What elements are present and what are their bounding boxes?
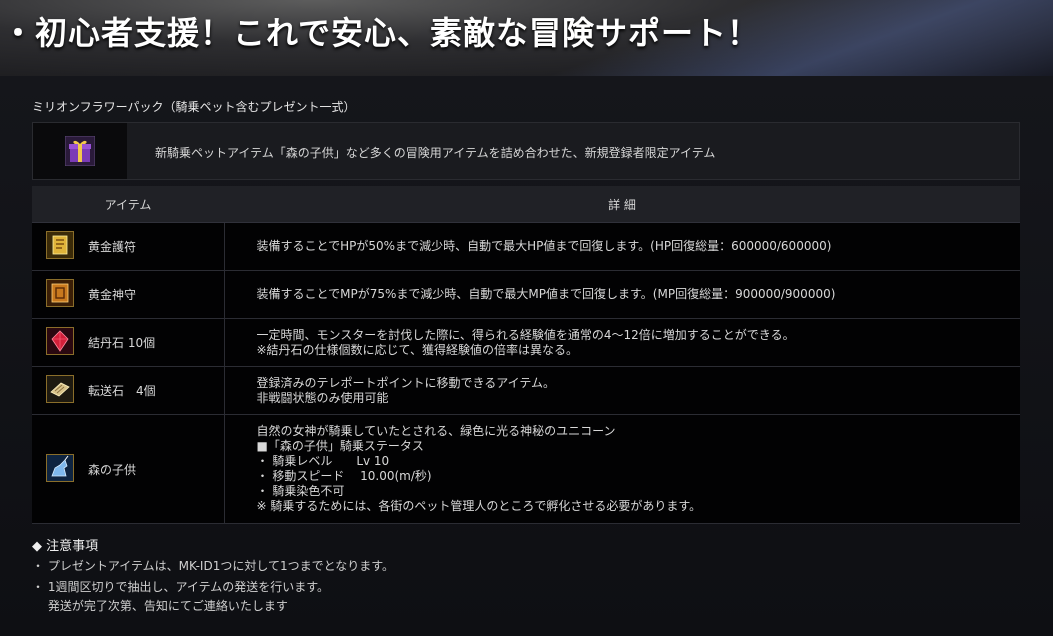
table-row: 黄金護符 装備することでHPが50%まで減少時、自動で最大HP値まで回復します。… — [32, 222, 1020, 271]
pack-icon-cell — [33, 123, 127, 179]
unicorn-icon — [46, 453, 74, 482]
item-detail-line: ・ 騎乗レベル Lv 10 — [256, 454, 390, 468]
note-item: ・ 1週間区切りで抽出し、アイテムの発送を行います。 — [32, 580, 330, 594]
item-detail-line: ■「森の子供」騎乗ステータス — [256, 439, 424, 453]
item-table: アイテム 詳 細 黄金護符 装備することでHPが50%まで減少時、自動で最大HP… — [32, 186, 1020, 524]
scroll-icon — [46, 375, 74, 403]
column-header-item: アイテム — [32, 186, 224, 223]
item-detail-line: 装備することでMPが75%まで減少時、自動で最大MP値まで回復します。(MP回復… — [256, 287, 836, 301]
item-detail-line: ※ 騎乗するためには、各街のペット管理人のところで孵化させる必要があります。 — [256, 499, 702, 513]
pack-title: ミリオンフラワーパック（騎乗ペット含むプレゼント一式） — [32, 100, 356, 114]
item-detail-line: 一定時間、モンスターを討伐した際に、得られる経験値を通常の4～12倍に増加するこ… — [256, 327, 795, 342]
table-row: 転送石 4個 登録済みのテレポートポイントに移動できるアイテム。 非戦闘状態のみ… — [32, 366, 1020, 415]
item-detail-line: ・ 移動スピード 10.00(m/秒) — [256, 469, 432, 483]
item-name: 森の子供 — [88, 414, 225, 524]
column-header-detail: 詳 細 — [224, 186, 1020, 223]
pack-intro-text: 新騎乗ペットアイテム「森の子供」など多くの冒険用アイテムを詰め合わせた、新規登録… — [155, 146, 716, 160]
item-name: 黄金神守 — [88, 270, 225, 319]
note-item: 発送が完了次第、告知にてご連絡いたします — [32, 599, 288, 613]
item-detail-line: 非戦闘状態のみ使用可能 — [256, 390, 389, 405]
item-detail-line: ※結丹石の仕様個数に応じて、獲得経験値の倍率は異なる。 — [256, 342, 578, 357]
red-crystal-icon — [46, 327, 74, 355]
item-detail-line: 装備することでHPが50%まで減少時、自動で最大HP値まで回復します。(HP回復… — [256, 239, 832, 253]
item-detail-line: 自然の女神が騎乗していたとされる、緑色に光る神秘のユニコーン — [256, 424, 616, 438]
banner-title: ・初心者支援！これで安心、素敵な冒険サポート！ — [2, 14, 761, 52]
item-name: 黄金護符 — [88, 222, 225, 271]
notes-heading: ◆ 注意事項 — [32, 539, 99, 554]
banner: ・初心者支援！これで安心、素敵な冒険サポート！ — [0, 0, 1053, 76]
item-name: 結丹石 10個 — [88, 318, 225, 367]
table-row: 結丹石 10個 一定時間、モンスターを討伐した際に、得られる経験値を通常の4～1… — [32, 318, 1020, 367]
item-name: 転送石 4個 — [88, 366, 225, 415]
pack-intro: 新騎乗ペットアイテム「森の子供」など多くの冒険用アイテムを詰め合わせた、新規登録… — [32, 122, 1020, 180]
table-row: 森の子供 自然の女神が騎乗していたとされる、緑色に光る神秘のユニコーン ■「森の… — [32, 414, 1020, 524]
note-item: ・ プレゼントアイテムは、MK-ID1つに対して1つまでとなります。 — [32, 559, 395, 573]
item-detail-line: 登録済みのテレポートポイントに移動できるアイテム。 — [256, 375, 556, 390]
gift-box-icon — [65, 136, 95, 166]
table-row: 黄金神守 装備することでMPが75%まで減少時、自動で最大MP値まで回復します。… — [32, 270, 1020, 319]
gold-talisman-icon — [46, 231, 74, 259]
gold-charm-icon — [46, 279, 74, 307]
table-header-row: アイテム 詳 細 — [32, 186, 1020, 223]
item-detail-line: ・ 騎乗染色不可 — [256, 484, 345, 498]
